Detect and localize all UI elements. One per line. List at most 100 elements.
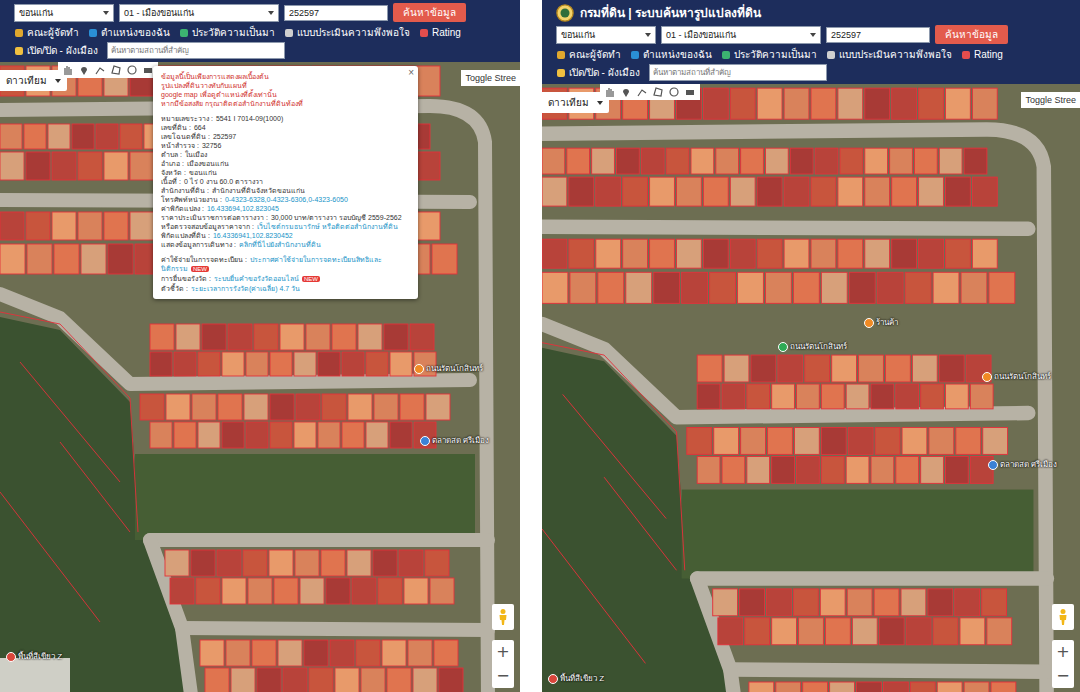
street-view-button[interactable] (492, 604, 514, 630)
zoom-out-button[interactable]: − (1056, 664, 1069, 688)
province-select[interactable]: ขอนแก่น (14, 4, 114, 22)
zoom-in-button[interactable]: + (496, 640, 509, 664)
dropdown-caret-icon (55, 79, 61, 83)
polygon-icon[interactable] (110, 64, 122, 76)
landmark-search-input[interactable]: ค้นหาตามสถานที่สำคัญ (649, 64, 827, 81)
hand-icon[interactable] (604, 86, 616, 98)
rating-icon (419, 28, 429, 38)
info-row: เลขที่ดิน :664 (161, 123, 404, 132)
layer-icon (556, 68, 566, 78)
notice-line: google map เพื่อดูตำแหน่งที่ตั้งเท่านั้น (161, 90, 404, 99)
pegman-icon (1057, 608, 1069, 626)
menu-item[interactable]: ประวัติความเป็นมา (179, 25, 275, 40)
service-link[interactable]: ระยะเวลาการรังวัด(ค่าเฉลี่ย) 4.7 วัน (191, 285, 300, 292)
place-label[interactable]: ถนนรัตนโกสินทร์ (778, 340, 847, 353)
search-button[interactable]: ค้นหาข้อมูล (935, 25, 1008, 44)
parcel-number-input[interactable]: 252597 (284, 5, 388, 21)
menu-item[interactable]: ประวัติความเป็นมา (721, 47, 817, 62)
notice-line: หากมีข้อสงสัย กรุณาติดต่อสำนักงานที่ดินท… (161, 99, 404, 108)
layer-icon (14, 46, 24, 56)
info-row: เนื้อที่ :0 ไร่ 0 งาน 60.0 ตารางวา (161, 177, 404, 186)
place-label[interactable]: พื้นที่สีเขียว Z (6, 650, 62, 663)
info-value: ขอนแก่น (189, 169, 217, 176)
service-row: ค่าใช้จ่ายในการจดทะเบียน :ประกาศค่าใช้จ่… (161, 255, 404, 274)
info-link[interactable]: 16.4336941,102.8230452 (213, 232, 293, 239)
zoom-out-button[interactable]: − (496, 664, 509, 688)
info-row: อำเภอ :เมืองขอนแก่น (161, 159, 404, 168)
menu-item[interactable]: คณะผู้จัดทำ (14, 25, 79, 40)
line-icon[interactable] (636, 86, 648, 98)
info-link[interactable]: คลิกที่นี่ไปยังสำนักงานที่ดิน (239, 241, 321, 248)
map-type-select[interactable]: ดาวเทียม (0, 70, 67, 91)
info-row: ค่าพิกัดแปลง :16.433694,102.823045 (161, 204, 404, 213)
menu-item[interactable]: เปิด/ปิด - ผังเมือง (14, 43, 98, 58)
info-row: แสดงข้อมูลการเดินทาง :คลิกที่นี่ไปยังสำน… (161, 240, 404, 249)
menu-item[interactable]: ตำแหน่งของฉัน (88, 25, 170, 40)
menu-bar: คณะผู้จัดทำ ตำแหน่งของฉัน ประวัติความเป็นม… (14, 25, 514, 59)
circle-icon[interactable] (126, 64, 138, 76)
dropdown-caret-icon (810, 33, 816, 37)
line-icon[interactable] (94, 64, 106, 76)
drawing-toolbar (600, 84, 700, 100)
circle-icon[interactable] (668, 86, 680, 98)
info-row: เลขโฉนดที่ดิน :252597 (161, 132, 404, 141)
place-label[interactable]: ตลาดสด ศรีเมือง (988, 458, 1057, 471)
place-pin-icon (988, 460, 998, 470)
hand-icon[interactable] (62, 64, 74, 76)
menu-item[interactable]: Rating (961, 49, 1003, 60)
menu-bar: คณะผู้จัดทำ ตำแหน่งของฉัน ประวัติความเป็นม… (556, 47, 1074, 81)
place-label[interactable]: พื้นที่สีเขียว Z (548, 672, 604, 685)
dropdown-caret-icon (645, 33, 651, 37)
map-type-select[interactable]: ดาวเทียม (542, 92, 609, 113)
menu-item[interactable]: Rating (419, 27, 461, 38)
new-badge: NEW (302, 276, 320, 282)
survey-icon (284, 28, 294, 38)
notice-line: ข้อมูลนี้เป็นเพียงการแสดงผลเบื้องต้น (161, 72, 404, 81)
info-row: หรือตรวจสอบข้อมูลราคาจาก :เว็บไซต์กรมธนา… (161, 222, 404, 231)
district-select[interactable]: 01 - เมืองขอนแก่น (119, 4, 279, 22)
info-row: ตำบล :ในเมือง (161, 150, 404, 159)
place-label[interactable]: ถนนรัตนโกสินทร์ (982, 370, 1051, 383)
team-icon (14, 28, 24, 38)
place-label[interactable]: ถนนรัตนโกสินทร์ (414, 362, 483, 375)
info-value: 5541 I 7014-09(1000) (216, 115, 283, 122)
survey-icon (826, 50, 836, 60)
province-select[interactable]: ขอนแก่น (556, 26, 656, 44)
marker-icon[interactable] (620, 86, 632, 98)
parcel-number-input[interactable]: 252597 (826, 27, 930, 43)
info-row: จังหวัด :ขอนแก่น (161, 168, 404, 177)
dropdown-caret-icon (597, 101, 603, 105)
team-icon (556, 50, 566, 60)
polygon-icon[interactable] (652, 86, 664, 98)
menu-item[interactable]: คณะผู้จัดทำ (556, 47, 621, 62)
map-panel: ขอนแก่น 01 - เมืองขอนแก่น 252597 ค้นหาข้อมู… (0, 0, 520, 692)
info-link[interactable]: 16.433694,102.823045 (207, 205, 279, 212)
place-label[interactable]: ตลาดสด ศรีเมือง (420, 434, 489, 447)
info-link[interactable]: เว็บไซต์กรมธนารักษ์ หรือติดต่อสำนักงานที… (257, 223, 398, 230)
rating-icon (961, 50, 971, 60)
new-badge: NEW (191, 266, 209, 272)
place-pin-icon (982, 372, 992, 382)
zoom-in-button[interactable]: + (1056, 640, 1069, 664)
toggle-street-button[interactable]: Toggle Stree (461, 70, 520, 86)
menu-item[interactable]: แบบประเมินความพึงพอใจ (826, 47, 952, 62)
menu-item[interactable]: เปิด/ปิด - ผังเมือง (556, 65, 640, 80)
marker-icon[interactable] (78, 64, 90, 76)
map-view[interactable]: ดาวเทียม Toggle Stree ถนนรัตนโกสินทร์ตลาดส… (0, 62, 520, 692)
eraser-icon[interactable] (684, 86, 696, 98)
street-view-button[interactable] (1052, 604, 1074, 630)
notice-line: รูปแปลงที่ดินวางทับกับแผนที่ (161, 81, 404, 90)
close-button[interactable]: × (408, 68, 414, 77)
landmark-search-input[interactable]: ค้นหาตามสถานที่สำคัญ (107, 42, 285, 59)
info-row: สำนักงานที่ดิน :สำนักงานที่ดินจังหวัดขอน… (161, 186, 404, 195)
place-label[interactable]: ร้านค้า (864, 316, 898, 329)
toggle-street-button[interactable]: Toggle Stree (1021, 92, 1080, 108)
info-row: พิกัดแปลงที่ดิน :16.4336941,102.8230452 (161, 231, 404, 240)
service-link[interactable]: ระบบยื่นคำขอรังวัดออนไลน์ (214, 275, 299, 282)
search-button[interactable]: ค้นหาข้อมูล (393, 3, 466, 22)
info-link[interactable]: 0-4323-6328,0-4323-6306,0-4323-6050 (225, 196, 348, 203)
district-select[interactable]: 01 - เมืองขอนแก่น (661, 26, 821, 44)
menu-item[interactable]: แบบประเมินความพึงพอใจ (284, 25, 410, 40)
map-view[interactable]: ดาวเทียม Toggle Stree ร้านค้าถนนรัตนโกสินท… (542, 84, 1080, 692)
menu-item[interactable]: ตำแหน่งของฉัน (630, 47, 712, 62)
